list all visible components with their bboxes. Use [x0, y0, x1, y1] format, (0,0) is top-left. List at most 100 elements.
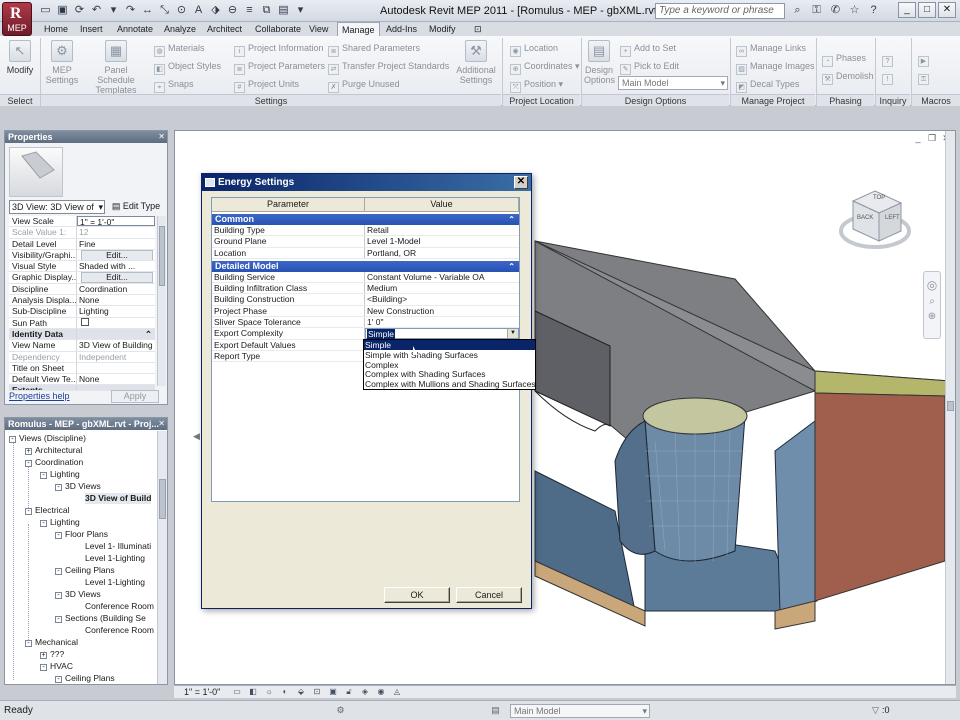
search-input[interactable]: Type a keyword or phrase [655, 3, 785, 19]
communication-center-icon[interactable]: ✆ [828, 3, 843, 18]
close-icon[interactable]: ✕ [938, 2, 956, 18]
tab-modify[interactable]: Modify [425, 22, 460, 36]
tree-item[interactable]: - HVAC [40, 661, 73, 672]
close-icon[interactable]: ✕ [158, 419, 165, 428]
viewcube-back-label[interactable]: BACK [857, 215, 873, 221]
manage-images-button[interactable]: ▨ Manage Images [736, 60, 815, 75]
minimize-icon[interactable]: _ [898, 2, 916, 18]
additional-settings-button[interactable]: ⚒ Additional Settings [452, 40, 500, 85]
tab-home[interactable]: Home [40, 22, 72, 36]
snaps-button[interactable]: ⌖ Snaps [154, 78, 194, 93]
properties-help-link[interactable]: Properties help [9, 391, 70, 401]
collapse-toggle-icon[interactable]: - [25, 508, 32, 515]
tree-item[interactable]: Level 1-Lighting [85, 553, 145, 564]
inquiry-icon[interactable]: ? [882, 52, 896, 67]
save-icon[interactable]: ▣ [55, 3, 70, 18]
tree-item[interactable]: Conference Room [85, 625, 154, 636]
crop-view-icon[interactable]: ⊡ [312, 687, 322, 697]
tab-insert[interactable]: Insert [76, 22, 107, 36]
modify-button[interactable]: ↖ Modify [4, 40, 36, 75]
sun-path-checkbox[interactable] [81, 317, 89, 326]
ribbon-minimize-icon[interactable]: ⊡ [470, 22, 486, 36]
warnings-icon[interactable]: ! [882, 70, 896, 85]
tag-icon[interactable]: ⊙ [174, 3, 189, 18]
grid-row[interactable]: Building Service Constant Volume - Variab… [212, 271, 519, 284]
measure-icon[interactable]: ↔ [140, 3, 155, 18]
zoom-region-icon[interactable]: ⊕ [924, 311, 940, 322]
property-row[interactable]: Default View Te... None [9, 374, 155, 386]
edit-type-button[interactable]: ▤ Edit Type [108, 200, 164, 214]
aligned-dimension-icon[interactable]: ⤡ [157, 3, 172, 18]
undo-icon[interactable]: ↶ [89, 3, 104, 18]
grid-row[interactable]: Project Phase New Construction [212, 305, 519, 318]
expand-left-arrow-icon[interactable]: ◀ [193, 431, 200, 442]
properties-scrollbar[interactable] [157, 216, 166, 386]
phases-button[interactable]: ◔ Phases [822, 52, 866, 67]
property-row[interactable]: View Name 3D View of Building [9, 340, 155, 352]
section-icon[interactable]: ⊖ [225, 3, 240, 18]
property-row[interactable]: Sun Path [9, 317, 155, 329]
tab-annotate[interactable]: Annotate [113, 22, 157, 36]
grid-row[interactable]: Location Portland, OR [212, 247, 519, 259]
tab-analyze[interactable]: Analyze [160, 22, 200, 36]
collapse-toggle-icon[interactable]: - [40, 664, 47, 671]
tree-item[interactable]: + Architectural [25, 445, 82, 456]
property-row[interactable]: Analysis Displa... None [9, 295, 155, 307]
project-parameters-button[interactable]: ≣ Project Parameters [234, 60, 325, 75]
manage-links-button[interactable]: ∞ Manage Links [736, 42, 806, 57]
property-row[interactable]: Graphic Display... Edit... [9, 272, 155, 284]
tree-item[interactable]: - Sections (Building Se [55, 613, 146, 624]
collapse-toggle-icon[interactable]: - [55, 592, 62, 599]
view-scale[interactable]: 1" = 1'-0" [184, 687, 220, 697]
collapse-toggle-icon[interactable]: - [55, 616, 62, 623]
collapse-toggle-icon[interactable]: - [40, 520, 47, 527]
collapse-toggle-icon[interactable]: - [55, 532, 62, 539]
collapse-icon[interactable]: ⌃ [508, 261, 515, 272]
grid-row[interactable]: Building Infiltration Class Medium [212, 283, 519, 295]
undo-dropdown-icon[interactable]: ▾ [106, 3, 121, 18]
materials-button[interactable]: ◍ Materials [154, 42, 205, 57]
type-selector[interactable]: 3D View: 3D View of ▾ [9, 200, 105, 214]
dropdown-option-complex-mullions-shading[interactable]: Complex with Mullions and Shading Surfac… [364, 379, 536, 389]
tab-view[interactable]: View [305, 22, 332, 36]
tree-item[interactable]: - Floor Plans [55, 529, 108, 540]
tab-collaborate[interactable]: Collaborate [251, 22, 305, 36]
coordinates-button[interactable]: ⊕ Coordinates ▾ [510, 60, 580, 75]
panel-schedule-templates-button[interactable]: ▦ Panel Schedule Templates [86, 40, 146, 95]
close-icon[interactable]: ✕ [158, 132, 165, 141]
property-row[interactable]: Visibility/Graphi... Edit... [9, 249, 155, 262]
thin-lines-icon[interactable]: ≡ [242, 3, 257, 18]
visual-style-icon[interactable]: ◧ [248, 687, 258, 697]
tree-item[interactable]: Level 1-Lighting [85, 577, 145, 588]
collapse-toggle-icon[interactable]: - [55, 484, 62, 491]
viewport-scrollbar[interactable] [945, 131, 955, 684]
steering-wheel-icon[interactable]: ◎ [924, 278, 940, 292]
collapse-toggle-icon[interactable]: - [9, 436, 16, 443]
collapse-toggle-icon[interactable]: - [55, 568, 62, 575]
tree-item[interactable]: Conference Room [85, 601, 154, 612]
dropdown-option-simple[interactable]: Simple [364, 340, 535, 350]
tree-item[interactable]: - Electrical [25, 505, 69, 516]
shared-parameters-button[interactable]: ≣ Shared Parameters [328, 42, 420, 57]
collapse-toggle-icon[interactable]: - [55, 676, 62, 683]
transfer-project-standards-button[interactable]: ⇄ Transfer Project Standards [328, 60, 449, 75]
collapse-toggle-icon[interactable]: - [25, 460, 32, 467]
filter-icon[interactable]: ▽ [870, 705, 881, 716]
purge-unused-button[interactable]: ✗ Purge Unused [328, 78, 400, 93]
expand-toggle-icon[interactable]: + [40, 652, 47, 659]
sync-icon[interactable]: ⟳ [72, 3, 87, 18]
lock-3d-view-icon[interactable]: 🔓︎ [344, 687, 354, 697]
tree-item[interactable]: - Ceiling Plans [55, 565, 115, 576]
switch-windows-icon[interactable]: ▤ [276, 3, 291, 18]
property-row[interactable]: Discipline Coordination [9, 283, 155, 296]
sun-path-icon[interactable]: ☼ [264, 687, 274, 697]
graphic-display-edit-button[interactable]: Edit... [81, 272, 153, 283]
close-icon[interactable]: ✕ [514, 176, 528, 189]
collapse-icon[interactable]: ⌃ [508, 214, 515, 225]
tree-item[interactable]: +??? [40, 649, 64, 660]
macro-manager-icon[interactable]: ▶ [918, 52, 932, 67]
collapse-toggle-icon[interactable]: - [40, 472, 47, 479]
collapse-icon[interactable]: ⌃ [77, 328, 155, 340]
active-design-option-status[interactable]: Main Model ▾ [510, 704, 650, 718]
tree-item-selected[interactable]: 3D View of Build [85, 493, 152, 504]
